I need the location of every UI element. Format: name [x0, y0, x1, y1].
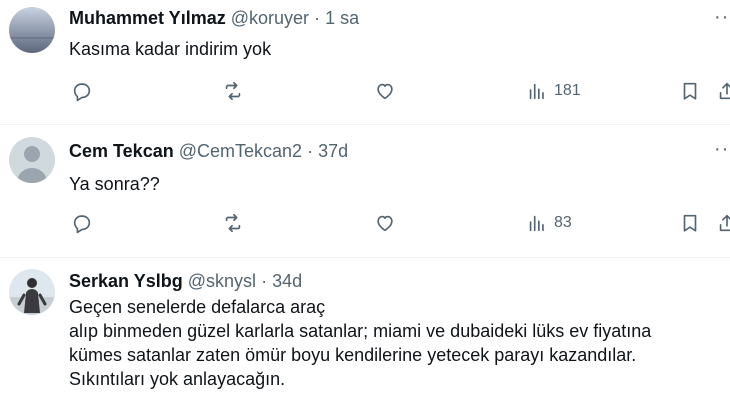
author-name[interactable]: Muhammet Yılmaz	[69, 8, 226, 28]
reply-icon	[73, 83, 91, 102]
like-button[interactable]	[374, 76, 396, 106]
separator	[0, 124, 730, 125]
share-button[interactable]	[716, 76, 730, 106]
view-count: 83	[554, 214, 572, 231]
bookmark-button[interactable]	[679, 208, 701, 238]
reply-button[interactable]	[71, 208, 93, 238]
view-count: 181	[554, 82, 581, 99]
share-button[interactable]	[716, 208, 730, 238]
timestamp[interactable]: 37d	[318, 141, 348, 161]
like-icon	[377, 83, 393, 100]
like-button[interactable]	[374, 208, 396, 238]
author-handle[interactable]: @koruyer	[231, 8, 309, 28]
share-icon	[719, 82, 730, 100]
views-icon	[529, 83, 544, 100]
retweet-button[interactable]	[222, 76, 244, 106]
retweet-button[interactable]	[222, 208, 244, 238]
retweet-icon	[225, 213, 241, 233]
bookmark-button[interactable]	[679, 76, 701, 106]
reply-button[interactable]	[71, 76, 93, 106]
avatar[interactable]	[9, 269, 55, 315]
author-name[interactable]: Cem Tekcan	[69, 141, 174, 161]
more-icon[interactable]: ··	[714, 139, 729, 159]
retweet-icon	[225, 81, 241, 101]
more-icon[interactable]: ··	[714, 7, 729, 27]
views-button[interactable]: 181	[526, 76, 581, 106]
action-bar: 83	[0, 208, 730, 238]
tweet-text: Geçen senelerde defalarca araç alıp binm…	[69, 297, 652, 389]
share-icon	[719, 214, 730, 232]
tweet-text: Kasıma kadar indirim yok	[69, 39, 272, 59]
dot-separator: ·	[314, 8, 321, 28]
tweet-text: Ya sonra??	[69, 174, 160, 194]
dot-separator: ·	[307, 141, 314, 161]
author-name[interactable]: Serkan Yslbg	[69, 271, 183, 291]
views-icon	[529, 215, 544, 232]
timestamp[interactable]: 1 sa	[325, 8, 359, 28]
tweet[interactable]: Muhammet Yılmaz @koruyer · 1 sa ·· Kasım…	[0, 0, 730, 126]
reply-icon	[73, 215, 91, 234]
avatar[interactable]	[9, 137, 55, 183]
bookmark-icon	[683, 214, 697, 232]
author-handle[interactable]: @sknysl	[188, 271, 256, 291]
tweet[interactable]: Cem Tekcan @CemTekcan2 · 37d ·· Ya sonra…	[0, 126, 730, 258]
author-handle[interactable]: @CemTekcan2	[179, 141, 302, 161]
views-button[interactable]: 83	[526, 208, 572, 238]
action-bar: 181	[0, 76, 730, 106]
bookmark-icon	[683, 82, 697, 100]
like-icon	[377, 215, 393, 232]
dot-separator: ·	[261, 271, 268, 291]
tweet[interactable]: Serkan Yslbg @sknysl · 34d Geçen seneler…	[0, 258, 730, 420]
avatar[interactable]	[9, 7, 55, 53]
timestamp[interactable]: 34d	[272, 271, 302, 291]
